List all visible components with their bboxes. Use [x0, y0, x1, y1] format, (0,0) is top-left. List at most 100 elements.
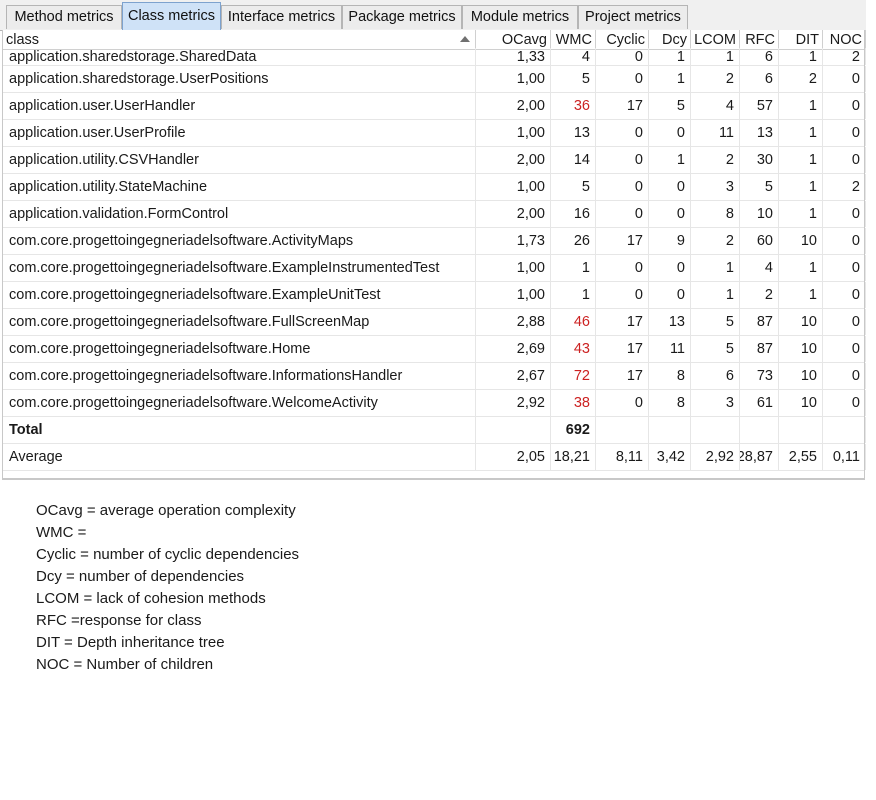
metrics-legend: OCavg = average operation complexity WMC …: [36, 500, 299, 676]
column-header-noc[interactable]: NOC: [823, 30, 866, 49]
cell-dit: 10: [779, 390, 823, 416]
cell-cyclic: 0: [596, 282, 649, 308]
cell-noc: 0: [823, 147, 866, 173]
table-row[interactable]: application.utility.CSVHandler 2,00 14 0 1 2 3…: [3, 147, 866, 174]
column-header-lcom[interactable]: LCOM: [691, 30, 740, 49]
cell-rfc: 87: [740, 336, 779, 362]
cell-cyclic: 17: [596, 363, 649, 389]
cell-rfc: 87: [740, 309, 779, 335]
cell-class: com.core.progettoingegneriadelsoftware.W…: [3, 390, 476, 416]
cell-dit: 1: [779, 174, 823, 200]
tab-method-metrics[interactable]: Method metrics: [6, 5, 122, 29]
table-row[interactable]: application.sharedstorage.SharedData 1,33…: [3, 48, 866, 66]
total-row[interactable]: Total 692: [3, 417, 866, 444]
cell-rfc: 28,87: [740, 444, 779, 470]
tab-project-metrics[interactable]: Project metrics: [578, 5, 688, 29]
cell-cyclic: 0: [596, 255, 649, 281]
table-row[interactable]: com.core.progettoingegneriadelsoftware.I…: [3, 363, 866, 390]
table-row[interactable]: com.core.progettoingegneriadelsoftware.H…: [3, 336, 866, 363]
table-row[interactable]: com.core.progettoingegneriadelsoftware.A…: [3, 228, 866, 255]
cell-cyclic: 0: [596, 66, 649, 92]
cell-class: com.core.progettoingegneriadelsoftware.A…: [3, 228, 476, 254]
cell-cyclic: 0: [596, 48, 649, 65]
cell-wmc: 43: [551, 336, 596, 362]
cell-wmc: 16: [551, 201, 596, 227]
column-header-dcy[interactable]: Dcy: [649, 30, 691, 49]
table-row[interactable]: application.user.UserProfile 1,00 13 0 0 11 13…: [3, 120, 866, 147]
cell-cyclic: 17: [596, 93, 649, 119]
cell-dit: 2: [779, 66, 823, 92]
cell-dit: 1: [779, 93, 823, 119]
cell-lcom: 5: [691, 309, 740, 335]
cell-cyclic: 0: [596, 120, 649, 146]
cell-dit: 1: [779, 147, 823, 173]
cell-dcy: 1: [649, 147, 691, 173]
cell-wmc: 18,21: [551, 444, 596, 470]
cell-ocavg: 2,92: [476, 390, 551, 416]
cell-noc: 0: [823, 390, 866, 416]
table-row[interactable]: com.core.progettoingegneriadelsoftware.F…: [3, 309, 866, 336]
tab-package-metrics[interactable]: Package metrics: [342, 5, 462, 29]
cell-noc: 0: [823, 282, 866, 308]
cell-dit: 1: [779, 201, 823, 227]
cell-ocavg: 1,73: [476, 228, 551, 254]
cell-rfc: 73: [740, 363, 779, 389]
cell-wmc: 692: [551, 417, 596, 443]
cell-lcom: 4: [691, 93, 740, 119]
column-header-dit[interactable]: DIT: [779, 30, 823, 49]
cell-dcy: 0: [649, 120, 691, 146]
cell-rfc: 13: [740, 120, 779, 146]
column-header-rfc[interactable]: RFC: [740, 30, 779, 49]
cell-cyclic: 17: [596, 228, 649, 254]
cell-wmc: 1: [551, 282, 596, 308]
cell-dit: 1: [779, 282, 823, 308]
cell-ocavg: 1,00: [476, 282, 551, 308]
cell-dit: 1: [779, 120, 823, 146]
legend-line: WMC =: [36, 524, 87, 541]
table-row[interactable]: application.sharedstorage.UserPositions 1…: [3, 66, 866, 93]
cell-noc: 0: [823, 201, 866, 227]
cell-lcom: 8: [691, 201, 740, 227]
cell-rfc: 6: [740, 48, 779, 65]
tab-module-metrics[interactable]: Module metrics: [462, 5, 578, 29]
sort-ascending-icon[interactable]: [460, 36, 470, 42]
cell-dcy: [649, 417, 691, 443]
cell-class: com.core.progettoingegneriadelsoftware.F…: [3, 309, 476, 335]
cell-ocavg: 2,69: [476, 336, 551, 362]
cell-lcom: 2,92: [691, 444, 740, 470]
cell-rfc: 6: [740, 66, 779, 92]
column-header-cyclic[interactable]: Cyclic: [596, 30, 649, 49]
cell-class: application.utility.StateMachine: [3, 174, 476, 200]
table-header: class OCavg WMC Cyclic Dcy LCOM RFC DIT NOC: [3, 30, 866, 50]
table-row[interactable]: application.utility.StateMachine 1,00 5 0 0 3…: [3, 174, 866, 201]
table-row[interactable]: application.validation.FormControl 2,00 16…: [3, 201, 866, 228]
cell-wmc: 26: [551, 228, 596, 254]
cell-class: com.core.progettoingegneriadelsoftware.E…: [3, 255, 476, 281]
cell-lcom: 1: [691, 48, 740, 65]
tab-class-metrics[interactable]: Class metrics: [122, 2, 221, 30]
cell-rfc: 30: [740, 147, 779, 173]
cell-wmc: 72: [551, 363, 596, 389]
column-header-class[interactable]: class: [3, 30, 476, 49]
cell-wmc: 4: [551, 48, 596, 65]
table-row[interactable]: com.core.progettoingegneriadelsoftware.E…: [3, 282, 866, 309]
cell-wmc: 5: [551, 66, 596, 92]
table-row[interactable]: application.user.UserHandler 2,00 36 17 5 4 57…: [3, 93, 866, 120]
cell-cyclic: 0: [596, 390, 649, 416]
cell-dit: 10: [779, 363, 823, 389]
cell-noc: 0: [823, 66, 866, 92]
cell-noc: 0: [823, 336, 866, 362]
cell-cyclic: 0: [596, 174, 649, 200]
cell-wmc: 38: [551, 390, 596, 416]
table-row[interactable]: com.core.progettoingegneriadelsoftware.E…: [3, 255, 866, 282]
average-row[interactable]: Average 2,05 18,21 8,11 3,42 2,92 28,87 2,55 0,1…: [3, 444, 866, 471]
cell-class: application.user.UserProfile: [3, 120, 476, 146]
cell-rfc: 60: [740, 228, 779, 254]
cell-cyclic: 8,11: [596, 444, 649, 470]
table-row[interactable]: com.core.progettoingegneriadelsoftware.W…: [3, 390, 866, 417]
tab-interface-metrics[interactable]: Interface metrics: [221, 5, 342, 29]
class-metrics-table: class OCavg WMC Cyclic Dcy LCOM RFC DIT NOC appl…: [2, 30, 866, 480]
column-header-ocavg[interactable]: OCavg: [476, 30, 551, 49]
cell-wmc: 13: [551, 120, 596, 146]
column-header-wmc[interactable]: WMC: [551, 30, 596, 49]
